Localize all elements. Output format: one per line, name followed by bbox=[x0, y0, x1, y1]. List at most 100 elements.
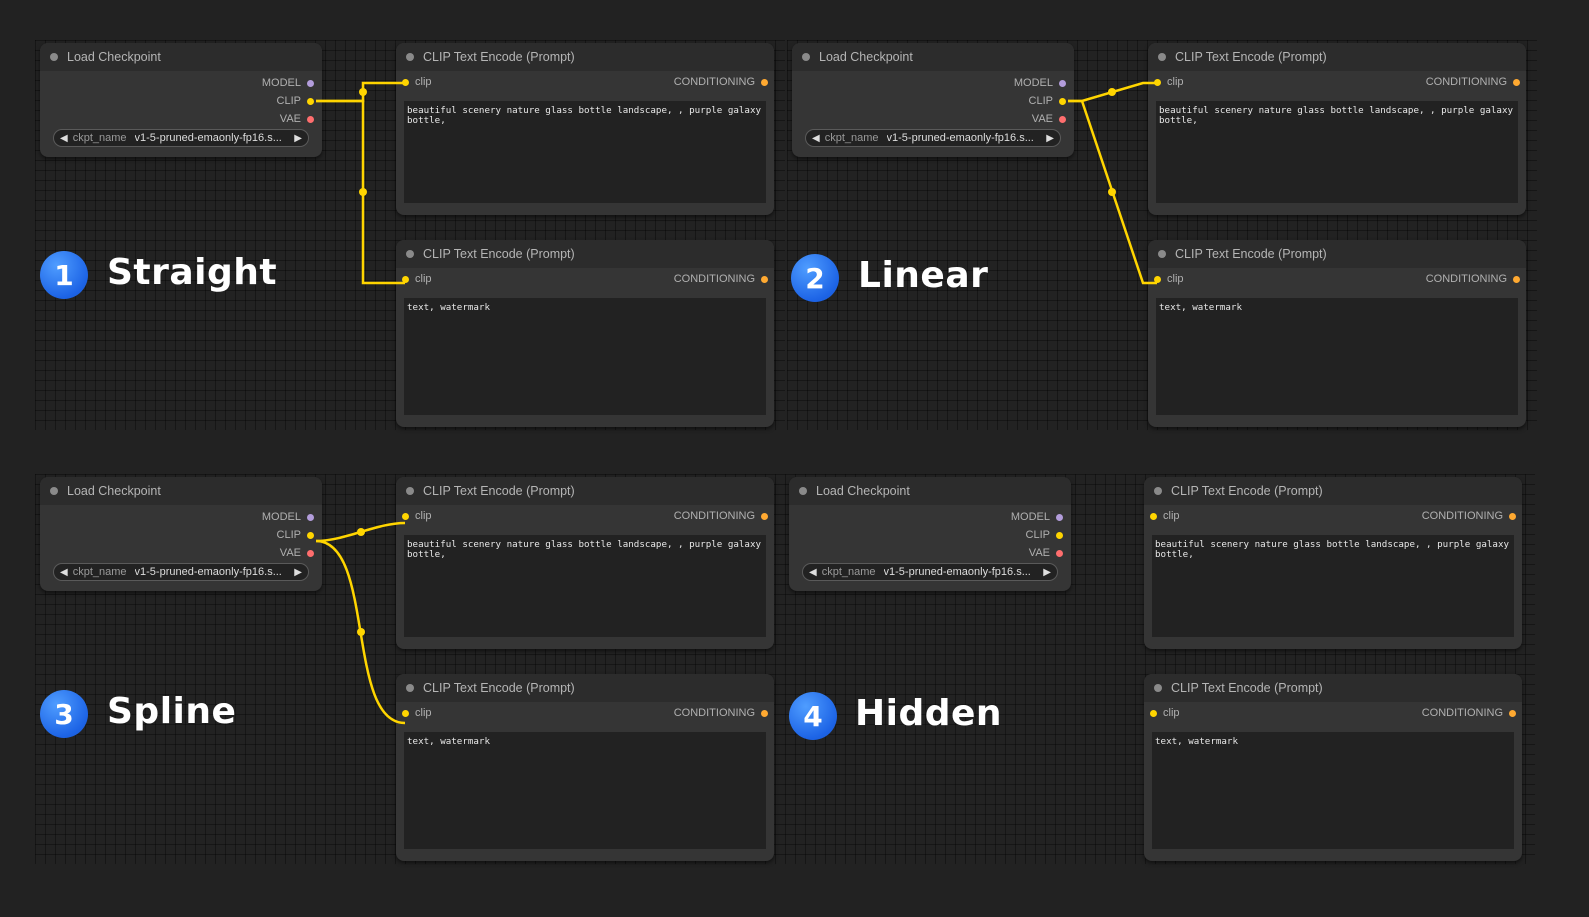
load-checkpoint-node[interactable]: Load Checkpoint MODEL CLIP VAE ◀ ckpt_na… bbox=[789, 477, 1071, 591]
collapse-dot-icon[interactable] bbox=[406, 684, 414, 692]
clip-text-encode-negative[interactable]: CLIP Text Encode (Prompt) clip CONDITION… bbox=[396, 674, 774, 861]
ckpt-name-combo[interactable]: ◀ ckpt_name v1-5-pruned-emaonly-fp16.s..… bbox=[805, 129, 1061, 147]
output-vae[interactable]: VAE bbox=[1029, 544, 1063, 562]
node-title-bar[interactable]: CLIP Text Encode (Prompt) bbox=[1144, 477, 1522, 505]
collapse-dot-icon[interactable] bbox=[50, 53, 58, 61]
conditioning-slot-icon[interactable] bbox=[1513, 275, 1520, 283]
collapse-dot-icon[interactable] bbox=[406, 487, 414, 495]
prompt-textarea[interactable]: beautiful scenery nature glass bottle la… bbox=[404, 535, 766, 637]
vae-slot-icon[interactable] bbox=[1056, 549, 1063, 557]
panel-straight: Load Checkpoint MODEL CLIP VAE ◀ ckpt_na… bbox=[35, 40, 785, 430]
node-title-bar[interactable]: CLIP Text Encode (Prompt) bbox=[1144, 674, 1522, 702]
output-label-model: MODEL bbox=[1013, 77, 1053, 89]
ckpt-name-combo[interactable]: ◀ ckpt_name v1-5-pruned-emaonly-fp16.s..… bbox=[53, 563, 309, 581]
clip-slot-icon[interactable] bbox=[307, 531, 314, 539]
output-vae[interactable]: VAE bbox=[280, 544, 314, 562]
collapse-dot-icon[interactable] bbox=[406, 53, 414, 61]
clip-slot-icon[interactable] bbox=[1056, 531, 1063, 539]
model-slot-icon[interactable] bbox=[1056, 513, 1063, 521]
ckpt-name-combo[interactable]: ◀ ckpt_name v1-5-pruned-emaonly-fp16.s..… bbox=[802, 563, 1058, 581]
clip-input-slot-icon[interactable] bbox=[1150, 512, 1157, 520]
triangle-right-icon[interactable]: ▶ bbox=[294, 133, 302, 144]
clip-text-encode-positive[interactable]: CLIP Text Encode (Prompt) clip CONDITION… bbox=[1148, 43, 1526, 215]
clip-text-encode-positive[interactable]: CLIP Text Encode (Prompt) clip CONDITION… bbox=[396, 43, 774, 215]
node-title-bar[interactable]: CLIP Text Encode (Prompt) bbox=[1148, 43, 1526, 71]
conditioning-slot-icon[interactable] bbox=[1509, 512, 1516, 520]
triangle-left-icon[interactable]: ◀ bbox=[60, 567, 68, 578]
prompt-textarea[interactable]: beautiful scenery nature glass bottle la… bbox=[1152, 535, 1514, 637]
output-vae[interactable]: VAE bbox=[1032, 110, 1066, 128]
output-clip[interactable]: CLIP bbox=[1029, 92, 1066, 110]
collapse-dot-icon[interactable] bbox=[406, 250, 414, 258]
conditioning-slot-icon[interactable] bbox=[761, 78, 768, 86]
clip-text-encode-negative[interactable]: CLIP Text Encode (Prompt) clip CONDITION… bbox=[1144, 674, 1522, 861]
triangle-left-icon[interactable]: ◀ bbox=[809, 567, 817, 578]
node-title: Load Checkpoint bbox=[816, 484, 910, 498]
load-checkpoint-node[interactable]: Load Checkpoint MODEL CLIP VAE ◀ ckpt_na… bbox=[40, 43, 322, 157]
collapse-dot-icon[interactable] bbox=[802, 53, 810, 61]
clip-input-slot-icon[interactable] bbox=[402, 275, 409, 283]
collapse-dot-icon[interactable] bbox=[1158, 250, 1166, 258]
node-title-bar[interactable]: Load Checkpoint bbox=[789, 477, 1071, 505]
output-clip[interactable]: CLIP bbox=[277, 526, 314, 544]
output-model[interactable]: MODEL bbox=[1011, 508, 1063, 526]
prompt-textarea[interactable]: text, watermark bbox=[1156, 298, 1518, 415]
triangle-left-icon[interactable]: ◀ bbox=[60, 133, 68, 144]
conditioning-slot-icon[interactable] bbox=[761, 512, 768, 520]
clip-input-slot-icon[interactable] bbox=[402, 512, 409, 520]
node-title-bar[interactable]: CLIP Text Encode (Prompt) bbox=[396, 477, 774, 505]
clip-input-slot-icon[interactable] bbox=[402, 709, 409, 717]
clip-slot-icon[interactable] bbox=[1059, 97, 1066, 105]
collapse-dot-icon[interactable] bbox=[1154, 487, 1162, 495]
conditioning-slot-icon[interactable] bbox=[761, 709, 768, 717]
conditioning-slot-icon[interactable] bbox=[1513, 78, 1520, 86]
conditioning-slot-icon[interactable] bbox=[1509, 709, 1516, 717]
triangle-left-icon[interactable]: ◀ bbox=[812, 133, 820, 144]
prompt-textarea[interactable]: text, watermark bbox=[404, 298, 766, 415]
vae-slot-icon[interactable] bbox=[1059, 115, 1066, 123]
vae-slot-icon[interactable] bbox=[307, 549, 314, 557]
vae-slot-icon[interactable] bbox=[307, 115, 314, 123]
clip-input-slot-icon[interactable] bbox=[402, 78, 409, 86]
output-vae[interactable]: VAE bbox=[280, 110, 314, 128]
output-model[interactable]: MODEL bbox=[262, 508, 314, 526]
collapse-dot-icon[interactable] bbox=[1154, 684, 1162, 692]
prompt-textarea[interactable]: text, watermark bbox=[1152, 732, 1514, 849]
clip-input-slot-icon[interactable] bbox=[1154, 275, 1161, 283]
node-title-bar[interactable]: Load Checkpoint bbox=[40, 477, 322, 505]
conditioning-slot-icon[interactable] bbox=[761, 275, 768, 283]
clip-input-slot-icon[interactable] bbox=[1150, 709, 1157, 717]
node-title-bar[interactable]: CLIP Text Encode (Prompt) bbox=[396, 674, 774, 702]
triangle-right-icon[interactable]: ▶ bbox=[294, 567, 302, 578]
clip-slot-icon[interactable] bbox=[307, 97, 314, 105]
clip-text-encode-negative[interactable]: CLIP Text Encode (Prompt) clip CONDITION… bbox=[1148, 240, 1526, 427]
output-label-vae: VAE bbox=[1031, 113, 1053, 125]
output-clip[interactable]: CLIP bbox=[277, 92, 314, 110]
load-checkpoint-node[interactable]: Load Checkpoint MODEL CLIP VAE ◀ ckpt_na… bbox=[792, 43, 1074, 157]
node-title-bar[interactable]: Load Checkpoint bbox=[40, 43, 322, 71]
node-title-bar[interactable]: Load Checkpoint bbox=[792, 43, 1074, 71]
clip-text-encode-positive[interactable]: CLIP Text Encode (Prompt) clip CONDITION… bbox=[1144, 477, 1522, 649]
model-slot-icon[interactable] bbox=[1059, 79, 1066, 87]
output-model[interactable]: MODEL bbox=[1014, 74, 1066, 92]
clip-input-slot-icon[interactable] bbox=[1154, 78, 1161, 86]
clip-text-encode-negative[interactable]: CLIP Text Encode (Prompt) clip CONDITION… bbox=[396, 240, 774, 427]
collapse-dot-icon[interactable] bbox=[50, 487, 58, 495]
model-slot-icon[interactable] bbox=[307, 79, 314, 87]
prompt-textarea[interactable]: text, watermark bbox=[404, 732, 766, 849]
load-checkpoint-node[interactable]: Load Checkpoint MODEL CLIP VAE ◀ ckpt_na… bbox=[40, 477, 322, 591]
collapse-dot-icon[interactable] bbox=[799, 487, 807, 495]
prompt-textarea[interactable]: beautiful scenery nature glass bottle la… bbox=[1156, 101, 1518, 203]
node-title-bar[interactable]: CLIP Text Encode (Prompt) bbox=[1148, 240, 1526, 268]
triangle-right-icon[interactable]: ▶ bbox=[1043, 567, 1051, 578]
output-model[interactable]: MODEL bbox=[262, 74, 314, 92]
ckpt-name-combo[interactable]: ◀ ckpt_name v1-5-pruned-emaonly-fp16.s..… bbox=[53, 129, 309, 147]
node-title-bar[interactable]: CLIP Text Encode (Prompt) bbox=[396, 240, 774, 268]
model-slot-icon[interactable] bbox=[307, 513, 314, 521]
triangle-right-icon[interactable]: ▶ bbox=[1046, 133, 1054, 144]
node-title-bar[interactable]: CLIP Text Encode (Prompt) bbox=[396, 43, 774, 71]
collapse-dot-icon[interactable] bbox=[1158, 53, 1166, 61]
prompt-textarea[interactable]: beautiful scenery nature glass bottle la… bbox=[404, 101, 766, 203]
clip-text-encode-positive[interactable]: CLIP Text Encode (Prompt) clip CONDITION… bbox=[396, 477, 774, 649]
output-clip[interactable]: CLIP bbox=[1026, 526, 1063, 544]
